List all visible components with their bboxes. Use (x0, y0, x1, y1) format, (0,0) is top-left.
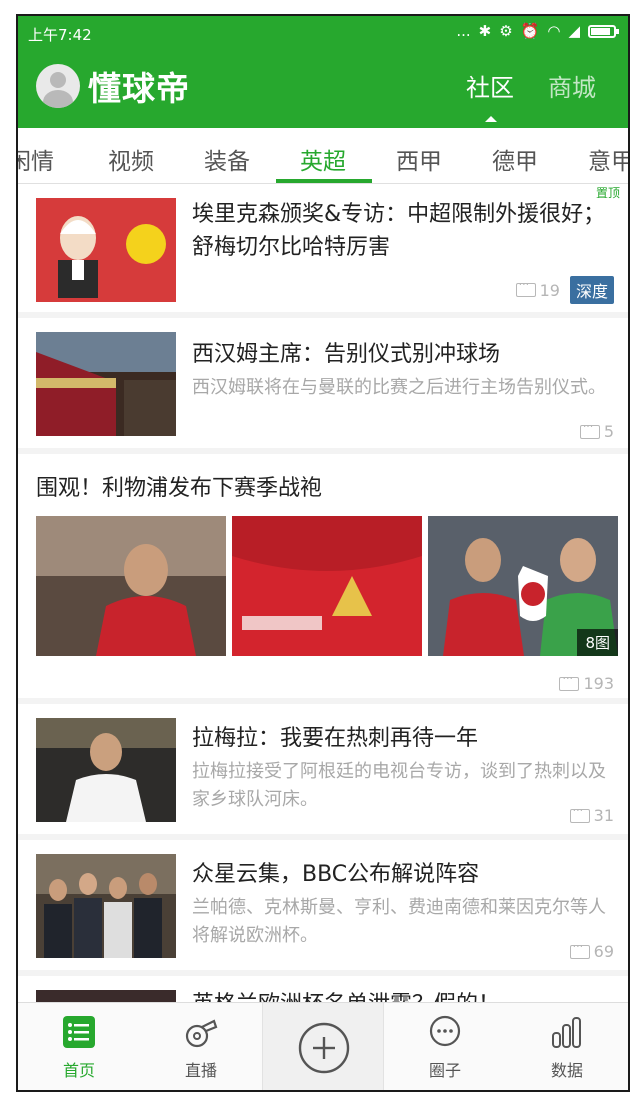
alarm-icon: ⏰ (520, 22, 540, 40)
article-title[interactable]: 拉梅拉：我要在热刺再待一年 (192, 722, 612, 755)
article-card[interactable]: 西汉姆主席：告别仪式别冲球场 西汉姆联将在与曼联的比赛之后进行主场告别仪式。 5 (18, 318, 628, 448)
status-bar: 上午7:42 ... ✱ ⚙ ⏰ ◠ ◢ (18, 16, 628, 52)
article-summary: 西汉姆联将在与曼联的比赛之后进行主场告别仪式。 (192, 377, 606, 398)
comment-icon (515, 278, 536, 297)
gallery-image-3: 8图 (428, 516, 618, 656)
plus-icon (298, 1022, 350, 1074)
article-summary: 兰帕德、克林斯曼、亨利、费迪南德和莱因克尔等人将解说欧洲杯。 (192, 897, 606, 946)
avatar[interactable] (36, 64, 80, 108)
status-dots: ... (456, 22, 471, 40)
gallery-image-2 (232, 516, 422, 656)
whistle-icon (185, 1019, 218, 1048)
category-tab-video[interactable]: 视频 (108, 142, 154, 176)
status-time: 上午7:42 (28, 26, 92, 44)
signal-icon: ◢ (568, 22, 580, 40)
article-card[interactable]: 置顶 埃里克森颁奖&专访：中超限制外援很好；舒梅切尔比哈特厉害 19 深度 (18, 184, 628, 312)
comment-icon (569, 804, 590, 823)
category-tab-bundesliga[interactable]: 德甲 (492, 142, 538, 176)
nav-home[interactable]: 首页 (18, 1003, 140, 1090)
nav-live[interactable]: 直播 (140, 1003, 262, 1090)
category-active-underline (276, 179, 372, 183)
gallery-image-1 (36, 516, 226, 656)
article-title[interactable]: 英格兰欧洲杯名单泄露？假的！ (192, 988, 612, 1002)
article-card[interactable]: 英格兰欧洲杯名单泄露？假的！ (18, 976, 628, 1002)
category-tab-la-liga[interactable]: 西甲 (396, 142, 442, 176)
comment-count: 5 (579, 420, 614, 441)
category-tab-premier-league[interactable]: 英超 (300, 142, 346, 176)
article-title[interactable]: 埃里克森颁奖&专访：中超限制外援很好；舒梅切尔比哈特厉害 (192, 198, 612, 264)
chat-bubble-icon (429, 1015, 461, 1047)
article-thumbnail (36, 718, 176, 822)
comment-icon (559, 672, 580, 691)
article-thumbnail (36, 198, 176, 302)
comment-count: 193 (559, 672, 614, 693)
nav-circle[interactable]: 圈子 (384, 1003, 506, 1090)
article-summary: 拉梅拉接受了阿根廷的电视台专访，谈到了热刺以及家乡球队河床。 (192, 761, 606, 810)
bar-chart-icon (552, 1017, 581, 1048)
tab-mall[interactable]: 商城 (548, 68, 596, 103)
category-tab-leisure[interactable]: 闲情 (18, 142, 54, 176)
image-count-badge: 8图 (577, 629, 618, 656)
article-title[interactable]: 西汉姆主席：告别仪式别冲球场 (192, 338, 612, 371)
article-card[interactable]: 众星云集，BBC公布解说阵容 兰帕德、克林斯曼、亨利、费迪南德和莱因克尔等人将解… (18, 840, 628, 970)
nav-circle-label: 圈子 (428, 1061, 461, 1080)
status-icons: ... ✱ ⚙ ⏰ ◠ ◢ (456, 22, 619, 40)
news-feed[interactable]: 置顶 埃里克森颁奖&专访：中超限制外援很好；舒梅切尔比哈特厉害 19 深度 (18, 184, 628, 1002)
gallery-card[interactable]: 围观！利物浦发布下赛季战袍 8图 ··· 193 (18, 454, 628, 698)
article-card[interactable]: 拉梅拉：我要在热刺再待一年 拉梅拉接受了阿根廷的电视台专访，谈到了热刺以及家乡球… (18, 704, 628, 834)
sync-icon: ⚙ (499, 22, 513, 40)
article-thumbnail (36, 332, 176, 436)
list-icon (63, 1016, 95, 1048)
category-tab-serie-a[interactable]: 意甲 (588, 142, 628, 176)
app-header: 懂球帝 社区 商城 (18, 52, 628, 128)
category-tabs: 闲情 视频 装备 英超 西甲 德甲 意甲 (18, 128, 628, 184)
nav-home-label: 首页 (62, 1061, 95, 1080)
gallery-title[interactable]: 围观！利物浦发布下赛季战袍 (36, 470, 322, 502)
comment-count: 31 (569, 804, 614, 825)
comment-icon (579, 420, 600, 439)
comment-count-value: 193 (583, 674, 614, 693)
category-tab-gear[interactable]: 装备 (204, 142, 250, 176)
article-thumbnail (36, 990, 176, 1002)
battery-fill (591, 27, 610, 35)
comment-count-value: 69 (593, 942, 614, 961)
article-thumbnail (36, 854, 176, 958)
avatar-body (43, 90, 73, 108)
article-title[interactable]: 众星云集，BBC公布解说阵容 (192, 858, 612, 891)
comment-icon (569, 940, 590, 959)
comment-count-value: 31 (593, 806, 614, 825)
nav-data-label: 数据 (550, 1061, 583, 1080)
active-tab-caret (485, 116, 497, 122)
comment-count-value: 5 (603, 422, 614, 441)
bluetooth-icon: ✱ (478, 22, 492, 40)
nav-data[interactable]: 数据 (506, 1003, 628, 1090)
nav-post-button[interactable] (262, 1003, 384, 1090)
depth-badge: 深度 (569, 276, 614, 304)
comment-count: 19 深度 (515, 276, 614, 304)
battery-icon (588, 24, 619, 38)
avatar-head (50, 72, 66, 88)
bottom-navigation: 首页 直播 圈子 数据 (18, 1002, 628, 1090)
app-logo: 懂球帝 (88, 69, 190, 108)
tab-community[interactable]: 社区 (466, 68, 514, 103)
nav-live-label: 直播 (184, 1061, 217, 1080)
wifi-icon: ◠ (547, 22, 561, 40)
phone-screen: 上午7:42 ... ✱ ⚙ ⏰ ◠ ◢ 懂球帝 社区 商城 闲情 视频 装备 … (16, 14, 630, 1092)
comment-count: 69 (569, 940, 614, 961)
comment-count-value: 19 (539, 280, 560, 300)
